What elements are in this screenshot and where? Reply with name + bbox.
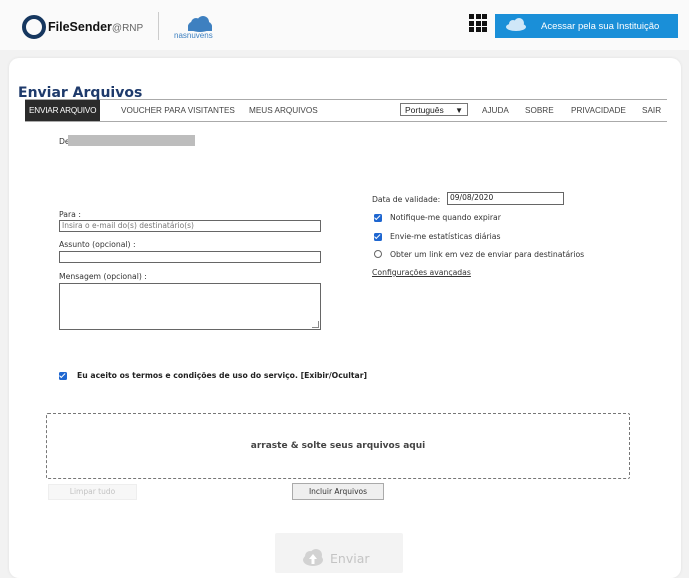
file-dropzone[interactable]: arraste & solte seus arquivos aqui [46, 413, 630, 479]
partner-logo-text: nasnuvens [174, 31, 213, 40]
page-title: Enviar Arquivos [18, 85, 143, 101]
institution-login-label: Acessar pela sua Instituição [541, 20, 660, 32]
institution-login-button[interactable]: Acessar pela sua Instituição [495, 14, 678, 38]
language-select[interactable]: Português ▼ [400, 103, 468, 116]
language-select-value: Português [405, 105, 444, 115]
to-email-placeholder: Insira o e-mail do(s) destinatário(s) [62, 221, 194, 230]
main-nav: ENVIAR ARQUIVO VOUCHER PARA VISITANTES M… [25, 99, 667, 122]
include-files-button[interactable]: Incluir Arquivos [292, 483, 384, 500]
get-link-radio[interactable] [374, 250, 382, 258]
terms-checkbox[interactable] [59, 372, 67, 380]
subject-label: Assunto (opcional) : [59, 240, 136, 249]
expiry-date-value: 09/08/2020 [450, 193, 494, 202]
expiry-date-input[interactable]: 09/08/2020 [447, 192, 564, 205]
filesender-logo-text[interactable]: FileSender@RNP [48, 20, 143, 34]
notify-expire-checkbox[interactable] [374, 214, 382, 222]
apps-grid-icon[interactable] [469, 14, 487, 32]
send-button[interactable]: Enviar [275, 533, 403, 573]
terms-label: Eu aceito os termos e condições de uso d… [77, 371, 298, 380]
clear-all-button[interactable]: Limpar tudo [48, 484, 137, 500]
terms-text: Eu aceito os termos e condições de uso d… [77, 371, 367, 380]
expiry-label: Data de validade: [372, 195, 441, 204]
tab-send-file[interactable]: ENVIAR ARQUIVO [25, 100, 101, 121]
nav-logout[interactable]: SAIR [642, 100, 661, 121]
get-link-label: Obter um link em vez de enviar para dest… [390, 250, 585, 259]
resize-handle-icon[interactable] [312, 321, 319, 328]
cloud-upload-icon [303, 549, 323, 566]
message-label: Mensagem (opcional) : [59, 272, 147, 281]
daily-stats-label: Envie-me estatísticas diárias [390, 232, 501, 241]
nav-privacy[interactable]: PRIVACIDADE [571, 100, 626, 121]
to-email-input[interactable]: Insira o e-mail do(s) destinatário(s) [59, 220, 321, 232]
chevron-down-icon: ▼ [455, 106, 463, 115]
from-value [68, 135, 195, 146]
notify-expire-label: Notifique-me quando expirar [390, 213, 501, 222]
logo-divider [158, 12, 159, 40]
tab-my-files[interactable]: MEUS ARQUIVOS [249, 100, 318, 121]
terms-toggle-link[interactable]: [Exibir/Ocultar] [301, 371, 367, 380]
nav-about[interactable]: SOBRE [525, 100, 554, 121]
advanced-settings-link[interactable]: Configurações avançadas [372, 268, 471, 277]
to-label: Para : [59, 210, 81, 219]
cloud-icon [506, 18, 526, 31]
dropzone-text: arraste & solte seus arquivos aqui [250, 441, 426, 451]
subject-input[interactable] [59, 251, 321, 263]
filesender-logo-icon[interactable] [22, 15, 46, 39]
message-textarea[interactable] [59, 283, 321, 330]
nav-help[interactable]: AJUDA [482, 100, 509, 121]
daily-stats-checkbox[interactable] [374, 233, 382, 241]
top-header: FileSender@RNP nasnuvens Acessar pela su… [0, 0, 689, 50]
tab-guest-voucher[interactable]: VOUCHER PARA VISITANTES [121, 100, 235, 121]
